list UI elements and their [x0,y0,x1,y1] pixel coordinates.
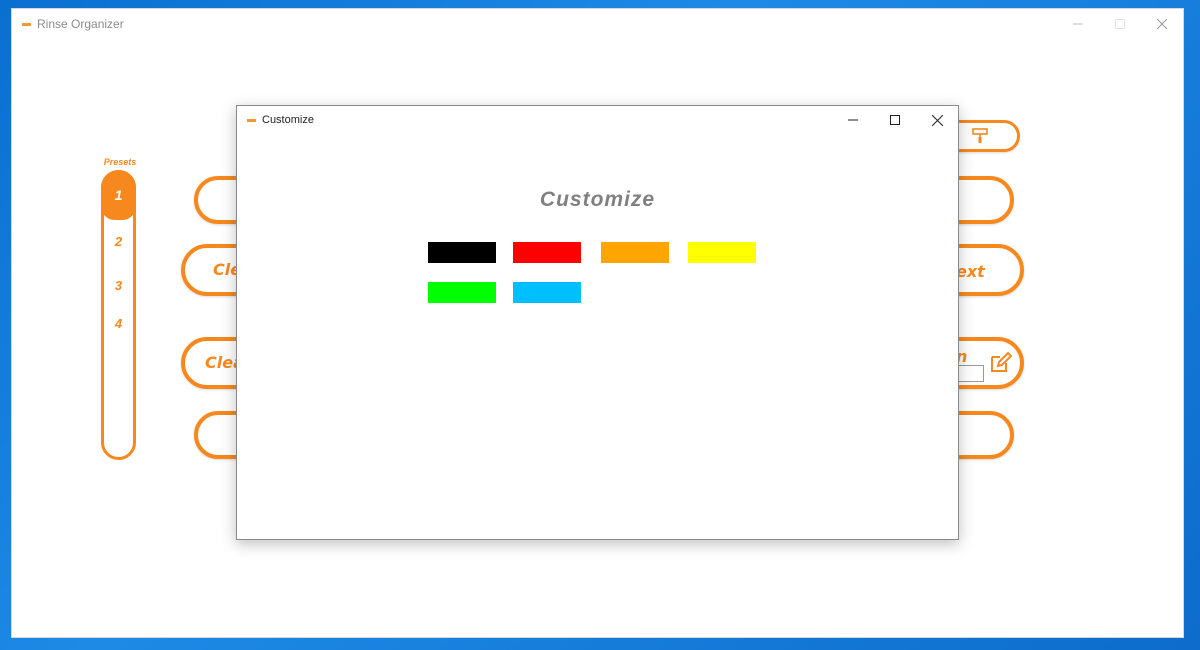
swatch-black[interactable] [428,242,496,263]
dialog-minimize-button[interactable] [832,106,874,134]
close-icon [931,114,943,126]
swatch-orange[interactable] [601,242,669,263]
right-button-text-label: ext [956,262,985,281]
dialog-titlebar: Customize [237,106,958,134]
dialog-title: Customize [262,114,314,126]
maximize-button[interactable] [1099,9,1141,39]
swatch-sky-blue[interactable] [513,282,581,303]
swatch-green[interactable] [428,282,496,303]
customize-dialog: Customize Customize [236,105,959,540]
swatch-red[interactable] [513,242,581,263]
maximize-icon [890,115,900,125]
close-button[interactable] [1141,9,1183,39]
edit-icon [991,351,1012,372]
dialog-app-icon [247,118,256,122]
minimize-icon [848,119,858,121]
presets-label: Presets [103,157,137,167]
dialog-caption-buttons [832,106,958,134]
main-caption-buttons [1057,9,1183,39]
app-icon [22,22,31,26]
paint-roller-icon [972,128,988,143]
close-icon [1157,19,1167,29]
edit-input[interactable] [956,365,984,382]
preset-3[interactable]: 3 [101,278,136,293]
customize-heading: Customize [539,188,656,211]
preset-2[interactable]: 2 [101,234,136,249]
maximize-icon [1115,19,1125,29]
swatch-yellow[interactable] [688,242,756,263]
minimize-icon [1073,23,1083,25]
dialog-close-button[interactable] [916,106,958,134]
dialog-maximize-button[interactable] [874,106,916,134]
preset-1[interactable]: 1 [101,170,136,220]
minimize-button[interactable] [1057,9,1099,39]
main-titlebar: Rinse Organizer [12,9,1183,39]
window-title: Rinse Organizer [37,17,124,31]
preset-4[interactable]: 4 [101,316,136,331]
